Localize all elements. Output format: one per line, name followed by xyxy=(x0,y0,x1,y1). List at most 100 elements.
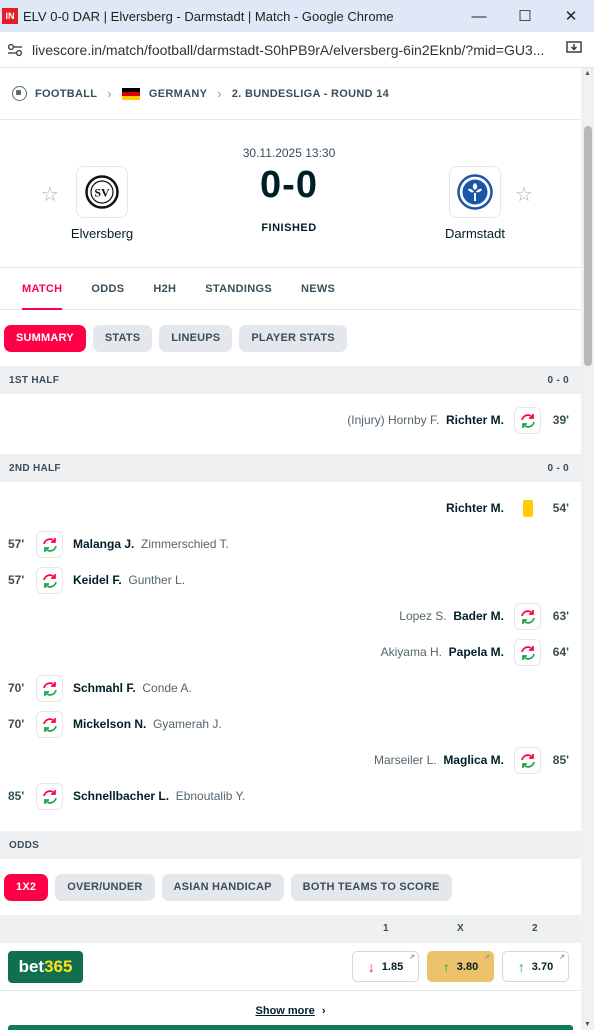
page-scrollbar[interactable]: ▲ ▼ xyxy=(581,68,594,1030)
player-in[interactable]: Bader M. xyxy=(453,609,504,623)
odds-col-2: 2 xyxy=(532,923,538,934)
bet365-logo[interactable]: bet 365 xyxy=(8,951,83,983)
subtab-player-stats[interactable]: PLAYER STATS xyxy=(239,324,347,352)
maximize-button[interactable]: ☐ xyxy=(502,0,548,32)
substitution-icon xyxy=(36,567,63,594)
market-1x2[interactable]: 1X2 xyxy=(4,873,49,901)
event-minute: 64' xyxy=(552,645,569,659)
player-out[interactable]: (Injury) Hornby F. xyxy=(347,413,439,427)
odds-col-1: 1 xyxy=(383,923,389,934)
breadcrumb-league[interactable]: 2. BUNDESLIGA - ROUND 14 xyxy=(232,88,389,100)
sub-tabs: SUMMARY STATS LINEUPS PLAYER STATS xyxy=(0,310,581,366)
external-link-icon: ↗ xyxy=(484,954,490,961)
tab-news[interactable]: NEWS xyxy=(301,268,335,310)
bottom-banner[interactable] xyxy=(8,1025,573,1030)
away-team-logo xyxy=(449,166,501,218)
scroll-up-arrow-icon[interactable]: ▲ xyxy=(584,70,591,77)
event-row: 85' Schnellbacher L. Ebnoutalib Y. xyxy=(0,778,581,814)
market-over-under[interactable]: OVER/UNDER xyxy=(55,873,155,901)
odds-value: 3.80 xyxy=(456,960,479,973)
odds-home-button[interactable]: ↓ 1.85 ↗ xyxy=(352,951,419,982)
favorite-away-star-icon[interactable]: ☆ xyxy=(515,182,533,207)
tab-odds[interactable]: ODDS xyxy=(91,268,124,310)
odds-value: 3.70 xyxy=(531,960,554,973)
subtab-lineups[interactable]: LINEUPS xyxy=(159,324,233,352)
external-link-icon: ↗ xyxy=(409,954,415,961)
substitution-icon xyxy=(36,675,63,702)
arrow-down-icon: ↓ xyxy=(367,958,375,975)
external-link-icon: ↗ xyxy=(559,954,565,961)
away-team-name: Darmstadt xyxy=(445,226,505,241)
odds-column-headers: 1 X 2 xyxy=(0,915,581,943)
player-name[interactable]: Richter M. xyxy=(446,501,504,515)
player-in[interactable]: Schnellbacher L. xyxy=(73,789,169,803)
url-field[interactable]: livescore.in/match/football/darmstadt-S0… xyxy=(32,42,552,58)
arrow-up-icon: ↑ xyxy=(517,958,525,975)
market-asian-handicap[interactable]: ASIAN HANDICAP xyxy=(161,873,284,901)
arrow-up-icon: ↑ xyxy=(442,958,450,975)
match-header: ☆ SV Elversberg 30.11.2025 13:30 0-0 FIN… xyxy=(0,120,581,268)
player-out[interactable]: Gyamerah J. xyxy=(153,717,222,731)
address-bar: livescore.in/match/football/darmstadt-S0… xyxy=(0,32,594,68)
second-half-header: 2ND HALF 0 - 0 xyxy=(0,454,581,482)
player-out[interactable]: Conde A. xyxy=(142,681,191,695)
event-minute: 70' xyxy=(8,717,25,731)
substitution-icon xyxy=(514,407,541,434)
subtab-stats[interactable]: STATS xyxy=(92,324,153,352)
event-row: 57' Keidel F. Gunther L. xyxy=(0,562,581,598)
breadcrumb-country[interactable]: GERMANY xyxy=(149,88,207,100)
odds-row: bet 365 ↓ 1.85 ↗ ↑ 3.80 ↗ ↑ 3.70 ↗ xyxy=(0,943,581,991)
substitution-icon xyxy=(36,531,63,558)
player-in[interactable]: Schmahl F. xyxy=(73,681,136,695)
event-minute: 39' xyxy=(552,413,569,427)
substitution-icon xyxy=(36,783,63,810)
player-out[interactable]: Lopez S. xyxy=(399,609,446,623)
player-in[interactable]: Richter M. xyxy=(446,413,504,427)
football-icon xyxy=(12,86,27,101)
odds-col-x: X xyxy=(457,923,464,934)
player-out[interactable]: Marseiler L. xyxy=(374,753,437,767)
player-in[interactable]: Keidel F. xyxy=(73,573,122,587)
half-label: 2ND HALF xyxy=(9,462,61,474)
match-tabs: MATCH ODDS H2H STANDINGS NEWS xyxy=(0,268,581,310)
second-half-events: Richter M. 54' 57' Malanga J. Zimmerschi… xyxy=(0,482,581,831)
event-row: 70' Schmahl F. Conde A. xyxy=(0,670,581,706)
player-in[interactable]: Mickelson N. xyxy=(73,717,146,731)
window-title: ELV 0-0 DAR | Elversberg - Darmstadt | M… xyxy=(23,8,394,24)
breadcrumb: FOOTBALL › GERMANY › 2. BUNDESLIGA - ROU… xyxy=(0,68,581,120)
event-minute: 85' xyxy=(8,789,25,803)
site-info-icon[interactable] xyxy=(6,41,24,59)
tab-h2h[interactable]: H2H xyxy=(153,268,176,310)
scrollbar-thumb[interactable] xyxy=(584,126,592,366)
odds-value: 1.85 xyxy=(381,960,404,973)
player-in[interactable]: Maglica M. xyxy=(443,753,504,767)
install-app-icon[interactable] xyxy=(566,41,582,58)
event-row: (Injury) Hornby F. Richter M. 39' xyxy=(0,402,581,438)
breadcrumb-sport[interactable]: FOOTBALL xyxy=(35,88,97,100)
first-half-events: (Injury) Hornby F. Richter M. 39' xyxy=(0,394,581,454)
player-out[interactable]: Akiyama H. xyxy=(381,645,442,659)
player-in[interactable]: Papela M. xyxy=(449,645,504,659)
odds-market-tabs: 1X2 OVER/UNDER ASIAN HANDICAP BOTH TEAMS… xyxy=(0,859,581,915)
subtab-summary[interactable]: SUMMARY xyxy=(4,324,86,352)
away-team[interactable]: Darmstadt xyxy=(420,166,530,241)
scroll-down-arrow-icon[interactable]: ▼ xyxy=(584,1021,591,1028)
tab-standings[interactable]: STANDINGS xyxy=(205,268,272,310)
odds-away-button[interactable]: ↑ 3.70 ↗ xyxy=(502,951,569,982)
yellow-card-icon xyxy=(514,495,541,522)
player-in[interactable]: Malanga J. xyxy=(73,537,134,551)
chevron-right-icon: › xyxy=(217,86,222,101)
tab-match[interactable]: MATCH xyxy=(22,268,63,310)
substitution-icon xyxy=(36,711,63,738)
page-content: FOOTBALL › GERMANY › 2. BUNDESLIGA - ROU… xyxy=(0,68,581,1030)
player-out[interactable]: Ebnoutalib Y. xyxy=(176,789,246,803)
event-minute: 85' xyxy=(552,753,569,767)
event-minute: 57' xyxy=(8,573,25,587)
minimize-button[interactable]: — xyxy=(456,0,502,32)
odds-draw-button[interactable]: ↑ 3.80 ↗ xyxy=(427,951,494,982)
player-out[interactable]: Zimmerschied T. xyxy=(141,537,229,551)
close-button[interactable]: ✕ xyxy=(548,0,594,32)
market-both-teams-to-score[interactable]: BOTH TEAMS TO SCORE xyxy=(290,873,452,901)
half-score: 0 - 0 xyxy=(547,374,569,386)
player-out[interactable]: Gunther L. xyxy=(128,573,185,587)
